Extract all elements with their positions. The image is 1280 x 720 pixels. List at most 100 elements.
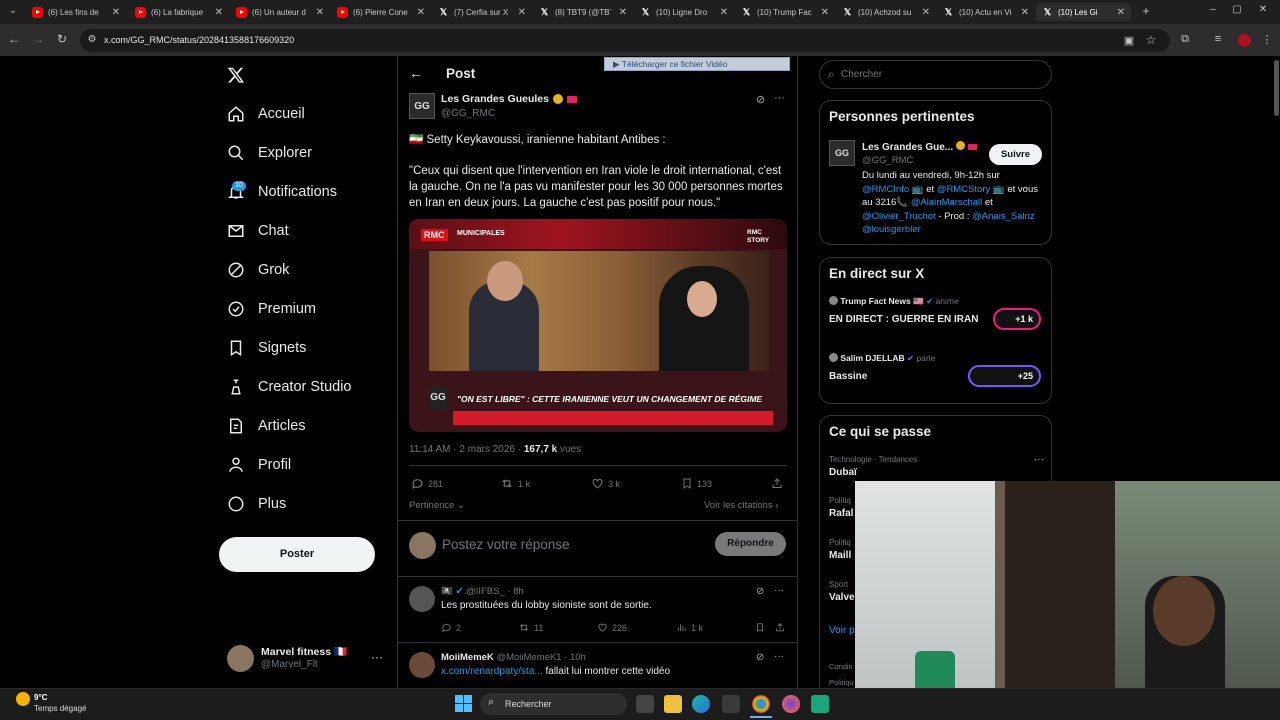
nav-item-grok[interactable]: Grok — [226, 260, 289, 280]
store-icon[interactable] — [722, 695, 740, 713]
reply-link[interactable]: x.com/renardpaty/sta... — [441, 666, 543, 677]
tab-close-icon[interactable]: ✕ — [1021, 7, 1029, 18]
extensions-icon[interactable]: ⧉ — [1177, 33, 1193, 46]
live-title-text[interactable]: Bassine — [829, 371, 867, 382]
reply-share-action[interactable] — [775, 622, 789, 633]
account-name[interactable]: Marvel fitness 🇫🇷 — [261, 645, 347, 658]
nav-item-articles[interactable]: Articles — [226, 416, 306, 436]
tab-close-icon[interactable]: ✕ — [215, 7, 223, 18]
nav-item-creator-studio[interactable]: Creator Studio — [226, 377, 352, 397]
share-action[interactable] — [771, 477, 787, 490]
bio-mention-link[interactable]: @louisgerbler — [862, 224, 921, 235]
back-icon[interactable]: ← — [6, 32, 22, 46]
browser-tab[interactable]: (6) Pierre Cone ✕ — [331, 3, 431, 21]
bio-mention-link[interactable]: @Olivier_Truchot — [862, 211, 936, 222]
post-button[interactable]: Poster — [219, 537, 375, 572]
reply-handle[interactable]: 🏴‍☠️ ✔ @IIFBS_ · 8h — [441, 586, 524, 597]
live-host-row[interactable]: Trump Fact News 🇺🇸 ✔ anime — [829, 296, 959, 307]
edge-icon[interactable] — [692, 695, 710, 713]
minimize-icon[interactable]: – — [1205, 4, 1221, 15]
author-name-row[interactable]: Les Grandes Gueules — [441, 93, 577, 105]
like-action[interactable]: 3 k — [591, 477, 620, 490]
live-listeners-pill[interactable]: +1 k — [993, 308, 1041, 330]
nav-item-explorer[interactable]: Explorer — [226, 143, 312, 163]
account-avatar[interactable] — [227, 645, 254, 672]
browser-tab[interactable]: 𝕏 (10) Actu en Vi ✕ — [937, 3, 1035, 21]
trend-more-icon[interactable]: ··· — [1034, 454, 1044, 465]
close-window-icon[interactable]: ✕ — [1255, 4, 1271, 15]
reply-reply-action[interactable]: 2 — [441, 622, 461, 633]
nav-item-profil[interactable]: Profil — [226, 455, 291, 475]
live-host-row[interactable]: Salim DJELLAB ✔ parle — [829, 353, 935, 364]
browser-tab[interactable]: (6) Un auteur d ✕ — [230, 3, 330, 21]
nav-item-plus[interactable]: Plus — [226, 494, 286, 514]
reply-avatar[interactable] — [409, 586, 435, 612]
browser-tab[interactable]: 𝕏 (8) TBT9 (@TBT ✕ — [533, 3, 633, 21]
live-listeners-pill[interactable]: +25 — [968, 365, 1041, 387]
file-explorer-icon[interactable] — [664, 695, 682, 713]
bookmark-star-icon[interactable]: ☆ — [1143, 33, 1159, 47]
trend-name[interactable]: Maill — [829, 550, 851, 561]
reply-grok-icon[interactable]: ⊘ — [756, 652, 764, 663]
app-icon[interactable] — [811, 695, 829, 713]
reply-input[interactable]: Postez votre réponse — [442, 537, 570, 552]
follow-button[interactable]: Suivre — [989, 144, 1042, 165]
tab-close-icon[interactable]: ✕ — [316, 7, 324, 18]
account-menu-icon[interactable]: ··· — [371, 650, 383, 664]
nav-item-premium[interactable]: Premium — [226, 299, 316, 319]
profile-avatar[interactable] — [1238, 34, 1251, 47]
browser-tab[interactable]: (6) Les fins de ✕ — [26, 3, 126, 21]
trend-name[interactable]: Dubaï — [829, 467, 857, 478]
tab-close-icon[interactable]: ✕ — [112, 7, 120, 18]
install-app-icon[interactable]: ▣ — [1121, 34, 1137, 47]
reply-avatar[interactable] — [409, 652, 435, 678]
page-scrollbar[interactable] — [1274, 60, 1279, 116]
reply-repost-action[interactable]: 11 — [518, 622, 543, 633]
relevant-name-row[interactable]: Les Grandes Gue... — [862, 141, 977, 153]
firefox-icon[interactable] — [782, 695, 800, 713]
repost-action[interactable]: 1 k — [500, 477, 530, 490]
reply-more-icon[interactable]: ··· — [774, 585, 784, 596]
tab-close-icon[interactable]: ✕ — [720, 7, 728, 18]
see-quotes-link[interactable]: Voir les citations › — [704, 500, 778, 511]
browser-tab[interactable]: (6) La fabrique ✕ — [129, 3, 229, 21]
tab-close-icon[interactable]: ✕ — [922, 7, 930, 18]
author-avatar[interactable]: GG — [409, 93, 435, 119]
menu-dots-icon[interactable]: ⋮ — [1259, 33, 1275, 46]
tab-close-icon[interactable]: ✕ — [518, 7, 526, 18]
bookmark-action[interactable]: 133 — [681, 477, 712, 490]
footer-link-1[interactable]: Conditi — [829, 662, 852, 671]
post-video[interactable]: RMC MUNICIPALES RMC STORY GG "ON EST LIB… — [409, 219, 787, 432]
browser-tab[interactable]: 𝕏 (10) Achzod su ✕ — [836, 3, 936, 21]
maximize-icon[interactable]: ▢ — [1229, 4, 1245, 15]
browser-tab[interactable]: 𝕏 (7) Cerfia sur X ✕ — [432, 3, 532, 21]
reply-views-action[interactable]: 1 k — [676, 622, 703, 633]
new-tab-icon[interactable]: + — [1138, 4, 1154, 18]
nav-item-signets[interactable]: Signets — [226, 338, 306, 358]
nav-item-chat[interactable]: Chat — [226, 221, 289, 241]
x-logo-icon[interactable] — [227, 66, 245, 84]
reply-bookmark-action[interactable] — [755, 622, 769, 633]
weather-temp[interactable]: 9°C — [34, 693, 47, 702]
bio-mention-link[interactable]: @Anais_Salnz — [972, 211, 1034, 222]
tab-close-icon[interactable]: ✕ — [821, 7, 829, 18]
taskbar-search[interactable] — [480, 693, 627, 715]
browser-tab[interactable]: 𝕏 (10) Ligne Dro ✕ — [634, 3, 734, 21]
reply-grok-icon[interactable]: ⊘ — [756, 586, 764, 597]
reload-icon[interactable]: ↻ — [54, 32, 70, 46]
chrome-icon[interactable] — [752, 695, 770, 713]
nav-item-accueil[interactable]: Accueil — [226, 104, 305, 124]
reply-button[interactable]: Répondre — [715, 532, 786, 556]
bio-mention-link[interactable]: @AlainMarschall — [911, 197, 982, 208]
reply-more-icon[interactable]: ··· — [774, 651, 784, 662]
reply-action[interactable]: 281 — [411, 477, 443, 490]
video-download-overlay[interactable]: ▶ Télécharger ce fichier Vidéo — [604, 57, 790, 71]
tab-close-icon[interactable]: ✕ — [417, 7, 425, 18]
post-more-icon[interactable]: ··· — [774, 92, 785, 104]
media-control-icon[interactable]: ≡ — [1210, 33, 1226, 45]
browser-tab[interactable]: 𝕏 (10) Trump Fac ✕ — [735, 3, 835, 21]
back-arrow-icon[interactable]: ← — [409, 65, 423, 81]
tab-close-icon[interactable]: ✕ — [1117, 7, 1125, 18]
footer-link-2[interactable]: Politiqu — [829, 678, 854, 687]
tab-search-icon[interactable]: ⌄ — [5, 5, 21, 16]
